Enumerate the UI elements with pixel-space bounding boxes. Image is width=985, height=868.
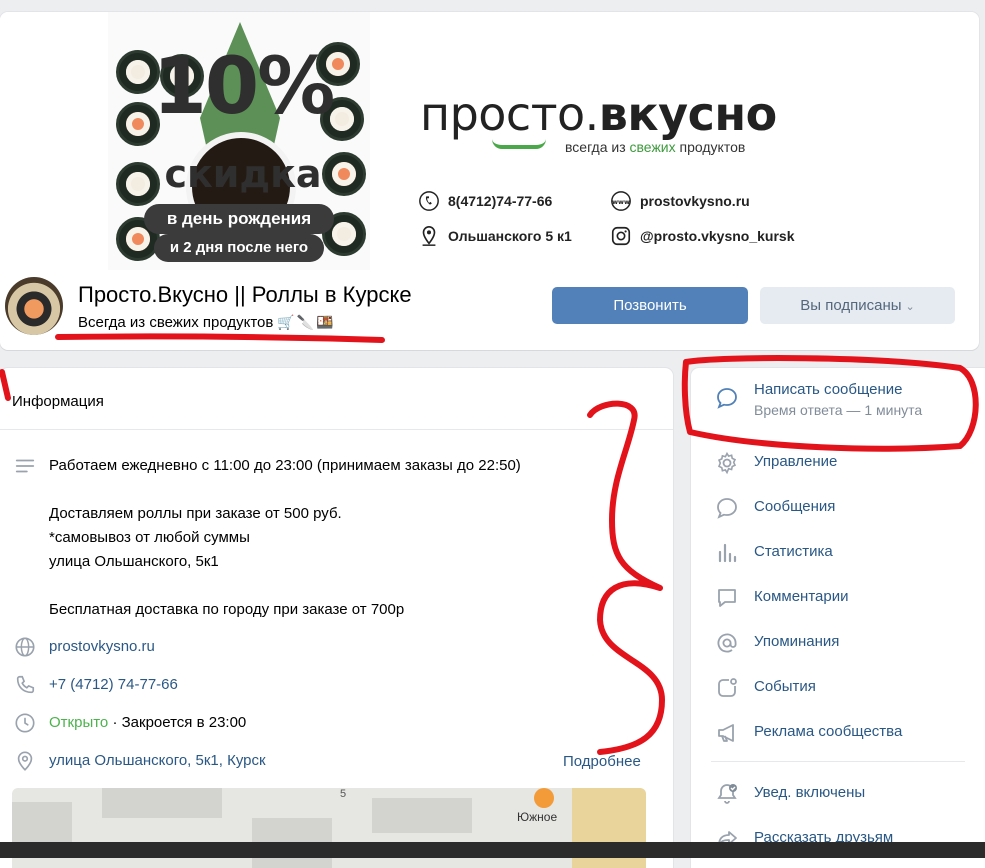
info-phone-link[interactable]: +7 (4712) 74-77-66 — [49, 673, 178, 697]
info-panel: Информация Работаем ежедневно с 11:00 до… — [0, 368, 673, 868]
sidebar-item-label: Сообщения — [754, 498, 836, 515]
sidebar-item-label: Управление — [754, 453, 838, 470]
sidebar-item-events[interactable]: События — [691, 664, 985, 709]
location-pin-icon — [17, 751, 33, 771]
comments-icon — [718, 589, 736, 607]
sidebar: Написать сообщение Время ответа — 1 мину… — [691, 368, 985, 868]
sidebar-item-manage[interactable]: Управление — [691, 439, 985, 484]
promo-after: и 2 дня после него — [154, 234, 324, 262]
info-title: Информация — [12, 393, 104, 410]
info-website-link[interactable]: prostovkysno.ru — [49, 635, 155, 659]
sidebar-item-ads[interactable]: Реклама сообщества — [691, 709, 985, 754]
www-icon: www — [611, 191, 631, 211]
call-button-label: Позвонить — [613, 297, 687, 314]
instagram-icon — [611, 226, 631, 246]
group-status-text: Всегда из свежих продуктов — [78, 314, 274, 331]
sidebar-item-label: Увед. включены — [754, 784, 866, 801]
brand-logo: просто.вкусно — [420, 87, 777, 141]
more-link[interactable]: Подробнее — [563, 753, 641, 770]
description-icon — [15, 459, 35, 473]
avatar[interactable] — [5, 277, 63, 335]
map-building — [102, 788, 222, 818]
subscribed-button[interactable]: Вы подписаны ⌄ — [760, 287, 955, 324]
map-pin-icon — [534, 788, 554, 808]
cover-address-text: Ольшанского 5 к1 — [448, 228, 572, 244]
chevron-down-icon: ⌄ — [905, 301, 915, 313]
promo-banner: 10% скидка в день рождения и 2 дня после… — [108, 12, 370, 270]
sidebar-item-label: Реклама сообщества — [754, 723, 903, 740]
bell-check-icon — [717, 784, 737, 804]
sidebar-item-messages[interactable]: Сообщения — [691, 484, 985, 529]
clock-icon — [15, 713, 35, 733]
tagline-pre: всегда из — [565, 139, 630, 155]
info-description: Работаем ежедневно с 11:00 до 23:00 (при… — [49, 457, 521, 618]
sidebar-item-label: Упоминания — [754, 633, 840, 650]
sidebar-item-label: События — [754, 678, 816, 695]
divider — [0, 429, 673, 430]
events-icon — [718, 678, 737, 697]
group-status: Всегда из свежих продуктов 🛒🔪🍱 — [78, 314, 336, 331]
phone-icon — [419, 191, 439, 211]
globe-icon — [15, 637, 35, 657]
sidebar-item-notifications[interactable]: Увед. включены — [691, 770, 985, 815]
location-pin-icon — [422, 226, 436, 246]
cover-address: Ольшанского 5 к1 — [418, 225, 572, 247]
map-building — [12, 802, 72, 842]
tagline-green: свежих — [629, 139, 676, 155]
cover-image: 10% скидка в день рождения и 2 дня после… — [0, 12, 979, 270]
closes-time: · Закроется в 23:00 — [108, 714, 247, 731]
divider — [711, 761, 965, 762]
open-status: Открыто — [49, 714, 109, 731]
page-title: Просто.Вкусно || Роллы в Курске — [78, 282, 412, 307]
megaphone-icon — [718, 724, 734, 742]
brand-logo-bold: вкусно — [598, 87, 777, 141]
sidebar-item-label: Статистика — [754, 543, 833, 560]
info-address-link[interactable]: улица Ольшанского, 5к1, Курск — [49, 749, 266, 773]
message-icon — [717, 498, 737, 519]
gear-icon — [717, 451, 737, 475]
brand-smile — [492, 139, 546, 149]
sidebar-item-stats[interactable]: Статистика — [691, 529, 985, 574]
cover-phone: 8(4712)74-77-66 — [418, 190, 552, 212]
subscribed-button-label: Вы подписаны — [800, 297, 902, 314]
bottom-bar — [0, 842, 985, 858]
call-button[interactable]: Позвонить — [552, 287, 748, 324]
phone-icon — [16, 675, 35, 694]
map-building — [372, 798, 472, 833]
promo-percent: 10% — [152, 42, 336, 132]
info-hours: Открыто · Закроется в 23:00 — [49, 711, 246, 735]
promo-birthday: в день рождения — [144, 204, 334, 234]
brand-logo-light: просто. — [420, 87, 599, 141]
cover-instagram: @prosto.vkysno_kursk — [610, 225, 795, 247]
write-message-label: Написать сообщение — [754, 381, 903, 398]
sidebar-item-mentions[interactable]: Упоминания — [691, 619, 985, 664]
write-message-button[interactable]: Написать сообщение Время ответа — 1 мину… — [691, 368, 985, 428]
cover-phone-text: 8(4712)74-77-66 — [448, 193, 553, 209]
brand-tagline: всегда из свежих продуктов — [565, 139, 745, 155]
status-emoji: 🛒🔪🍱 — [277, 314, 336, 330]
community-header: 10% скидка в день рождения и 2 дня после… — [0, 12, 979, 350]
stats-icon — [718, 543, 737, 563]
mention-icon — [717, 633, 737, 653]
response-time: Время ответа — 1 минута — [754, 402, 923, 418]
tagline-post: продуктов — [675, 139, 746, 155]
promo-discount: скидка — [164, 152, 322, 196]
cover-instagram-text: @prosto.vkysno_kursk — [640, 228, 795, 244]
map-house-number: 5 — [340, 788, 347, 800]
cover-site: www prostovkysno.ru — [610, 190, 750, 212]
sidebar-item-comments[interactable]: Комментарии — [691, 574, 985, 619]
map-place-label: Южное — [517, 810, 558, 824]
svg-text:www: www — [612, 198, 630, 206]
sidebar-item-label: Комментарии — [754, 588, 849, 605]
cover-site-text: prostovkysno.ru — [640, 193, 750, 209]
message-bubble-icon — [717, 388, 737, 409]
